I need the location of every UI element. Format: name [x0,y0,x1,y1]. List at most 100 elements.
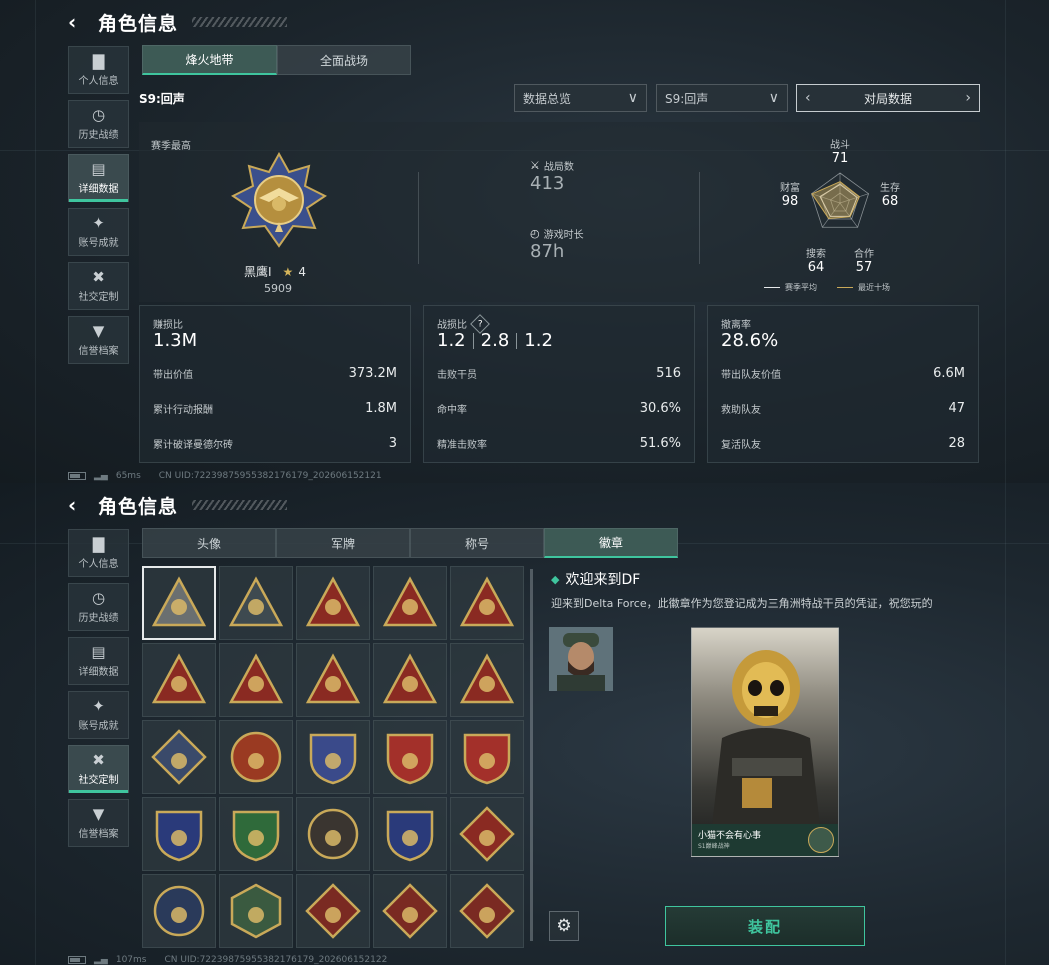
tab-avatar[interactable]: 头像 [142,528,276,558]
card-title: 撤离率 [721,320,751,331]
page-title: 角色信息 [98,495,179,518]
row-label: 精准击败率 [437,440,487,451]
badge-slot[interactable] [450,720,524,794]
badge-icon [232,810,280,862]
tab-full-battle[interactable]: 全面战场 [277,45,411,75]
settings-gear-icon[interactable]: ⚙ [549,911,579,941]
badge-slot[interactable] [373,797,447,871]
chevron-right-icon[interactable]: › [965,90,971,106]
badge-slot[interactable] [450,643,524,717]
badge-slot[interactable] [296,643,370,717]
star-icon: ★ [282,264,294,279]
radar-combat: 战斗 71 [829,136,851,166]
badge-slot[interactable] [296,566,370,640]
badge-icon [153,885,205,937]
uid-text: CN UID:7223987595538217617​9_20260615212… [158,471,382,481]
status-footer: ▂▄ 65ms CN UID:7223987595538217617​9_202… [68,471,382,481]
badge-slot[interactable] [142,874,216,948]
radar-value: 71 [831,151,849,166]
badge-slot[interactable] [373,874,447,948]
badge-slot[interactable] [219,720,293,794]
overview-dropdown[interactable]: 数据总览 ∨ [514,84,647,112]
card-row: 精准击败率 51.6% [437,436,681,451]
back-arrow-icon[interactable]: ‹ [68,495,88,515]
season-dropdown[interactable]: S9:回声 ∨ [656,84,788,112]
badge-slot[interactable] [142,643,216,717]
radar-series-recent [811,181,861,220]
badge-slot[interactable] [450,874,524,948]
sidebar-item-social[interactable]: ✖ 社交定制 [68,262,129,310]
radar-survival: 生存 68 [879,179,901,209]
badge-icon [151,653,207,704]
badge-slot[interactable] [219,874,293,948]
sidebar-item-achievements[interactable]: ✦ 账号成就 [68,208,129,256]
badge-grid-scrollbar[interactable] [530,569,533,941]
row-value: 28 [948,436,965,451]
playtime-value: 87h [530,241,565,262]
card-title: 赚损比 [153,320,183,331]
rank-info: 黑鹰Ⅰ ★ 4 [244,263,306,280]
legend-line-recent [837,287,853,288]
tools-icon: ✖ [92,751,105,769]
sidebar-item-label: 个人信息 [78,559,119,570]
badge-slot[interactable] [373,720,447,794]
badge-slot[interactable] [142,566,216,640]
sidebar-item-label: 个人信息 [78,76,119,87]
sidebar-item-personal-info[interactable]: ▇ 个人信息 [68,46,129,94]
stopwatch-icon: ◴ [530,227,540,240]
badge-slot[interactable] [296,874,370,948]
playtime-label: 游戏时长 [543,230,584,241]
card-main-value: 1.3M [153,330,198,351]
row-value: 373.2M [348,366,397,381]
badge-icon [459,653,515,704]
detail-data-screen: ‹ 角色信息 ▇ 个人信息 ◷ 历史战绩 ▤ 详细数据 ✦ 账号成就 ✖ 社交定制 ▼ 信誉… [0,0,1049,483]
sidebar-item-detail-data[interactable]: ▤ 详细数据 [68,154,129,202]
badge-slot[interactable] [219,797,293,871]
badge-slot[interactable] [142,797,216,871]
sidebar: ▇ 个人信息 ◷ 历史战绩 ▤ 详细数据 ✦ 账号成就 ✖ 社交定制 ▼ 信誉档案 [68,46,129,370]
radar-search: 搜索 64 [805,245,827,275]
card-row: 击败干员 516 [437,366,681,381]
card-row: 带出队友价值 6.6M [721,366,965,381]
sidebar-item-credit[interactable]: ▼ 信誉档案 [68,316,129,364]
badge-slot[interactable] [219,566,293,640]
tab-warzone[interactable]: 烽火地带 [142,45,277,75]
row-label: 命中率 [437,405,467,416]
chevron-left-icon[interactable]: ‹ [805,90,811,106]
badge-slot[interactable] [450,797,524,871]
badge-icon [307,808,359,860]
page-header: ‹ 角色信息 [68,8,288,36]
card-row: 带出价值 373.2M [153,366,397,381]
badge-icon [305,653,361,704]
card-title: 战损比 [437,320,467,331]
sidebar-item-achievements[interactable]: ✦ 账号成就 [68,691,129,739]
sidebar-item-social[interactable]: ✖ 社交定制 [68,745,129,793]
row-label: 带出队友价值 [721,370,781,381]
badge-slot[interactable] [450,566,524,640]
sidebar-item-history[interactable]: ◷ 历史战绩 [68,583,129,631]
badge-slot[interactable] [296,720,370,794]
tab-dog-tag[interactable]: 军牌 [276,528,410,558]
sidebar-item-history[interactable]: ◷ 历史战绩 [68,100,129,148]
tab-badge[interactable]: 徽章 [544,528,678,558]
badge-icon [386,810,434,862]
sidebar-item-personal-info[interactable]: ▇ 个人信息 [68,529,129,577]
kd-card: 战损比? 1.2 2.8 1.2 击败干员 516 命中率 30.6% 精准击败率 5… [423,305,695,463]
back-arrow-icon[interactable]: ‹ [68,12,88,32]
sidebar-item-detail-data[interactable]: ▤ 详细数据 [68,637,129,685]
badge-slot[interactable] [296,797,370,871]
badge-icon [309,733,357,785]
sidebar-item-credit[interactable]: ▼ 信誉档案 [68,799,129,847]
badge-slot[interactable] [219,643,293,717]
card-row: 复活队友 28 [721,436,965,451]
equip-button[interactable]: 装配 [665,906,865,946]
operator-avatar[interactable] [549,627,613,691]
radar-label: 生存 [880,183,900,194]
badge-slot[interactable] [373,566,447,640]
tab-title[interactable]: 称号 [410,528,544,558]
badge-slot[interactable] [142,720,216,794]
sidebar-item-label: 账号成就 [78,238,119,249]
dropdown-value: S9:回声 [665,91,709,106]
radar-label: 搜索 [806,249,826,260]
badge-slot[interactable] [373,643,447,717]
